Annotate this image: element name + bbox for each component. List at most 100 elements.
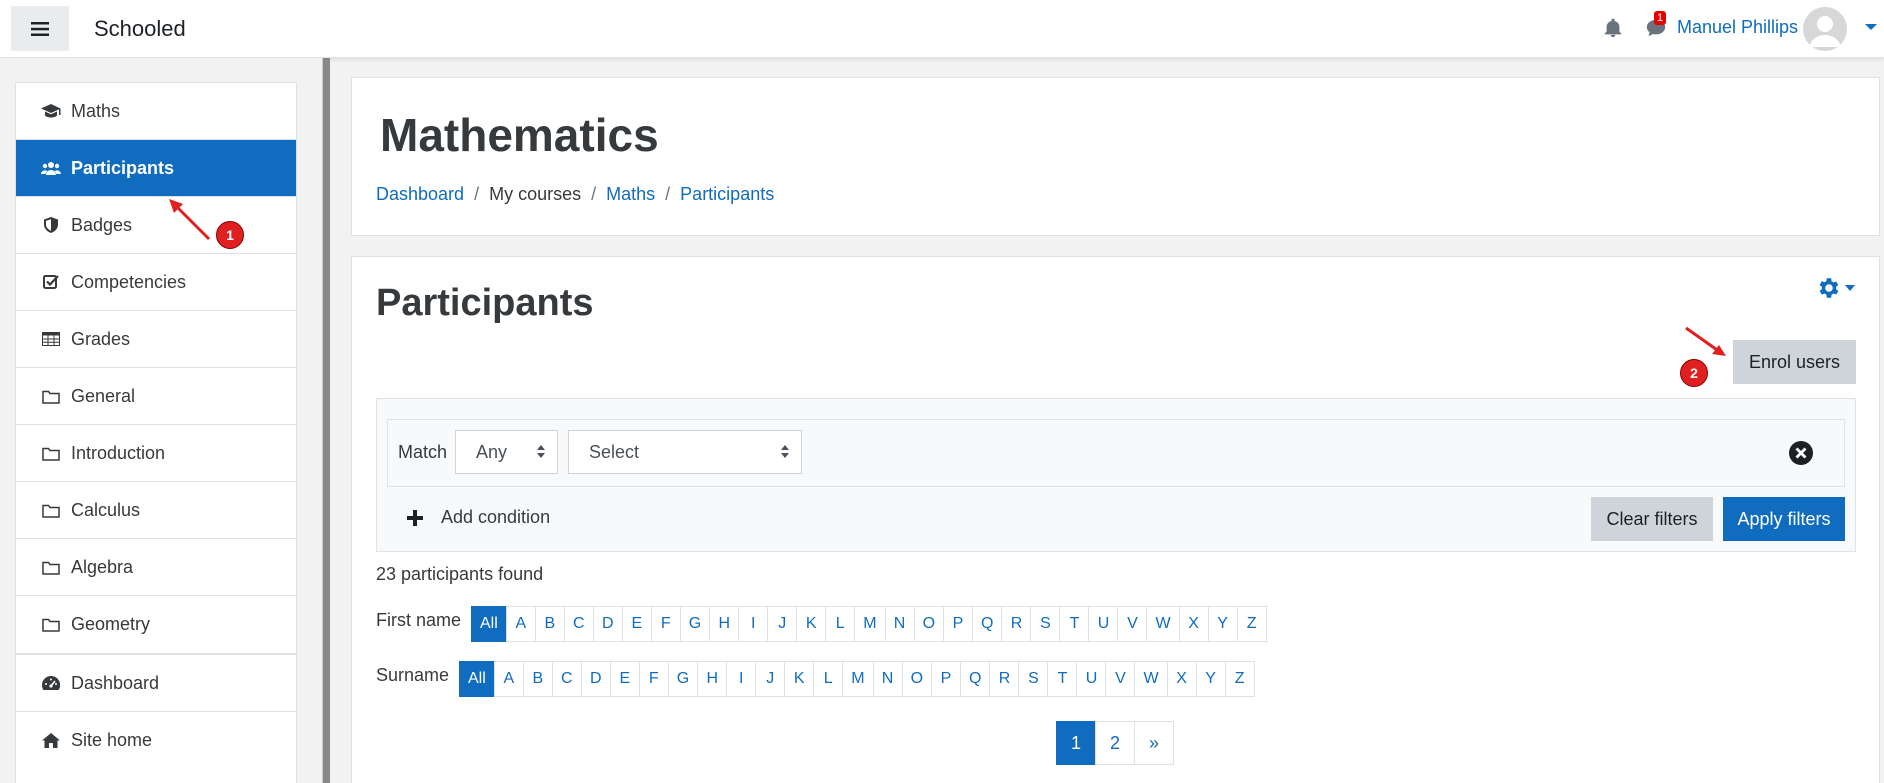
enrol-users-button[interactable]: Enrol users [1733, 340, 1856, 384]
surname-initial-g[interactable]: G [667, 661, 699, 697]
surname-initial-w[interactable]: W [1134, 661, 1168, 697]
firstname-initial-j[interactable]: J [767, 606, 798, 642]
surname-initial-all[interactable]: All [459, 661, 495, 697]
firstname-initial-d[interactable]: D [592, 606, 623, 642]
folder-icon [41, 557, 61, 577]
firstname-initial-c[interactable]: C [563, 606, 594, 642]
firstname-initial-s[interactable]: S [1030, 606, 1061, 642]
firstname-initial-l[interactable]: L [825, 606, 856, 642]
hamburger-menu-button[interactable] [11, 6, 69, 51]
clear-filters-button[interactable]: Clear filters [1591, 497, 1713, 541]
course-nav-block: Maths Participants Badges Competencies G… [15, 82, 297, 654]
surname-initial-r[interactable]: R [989, 661, 1020, 697]
participants-count: 23 participants found [376, 564, 544, 584]
surname-initial-a[interactable]: A [493, 661, 524, 697]
sidebar-item-label: Maths [71, 100, 121, 121]
firstname-initial-p[interactable]: P [943, 606, 974, 642]
bell-icon[interactable] [1602, 17, 1624, 39]
firstname-initial-t[interactable]: T [1059, 606, 1090, 642]
surname-initial-o[interactable]: O [901, 661, 933, 697]
firstname-initial-b[interactable]: B [534, 606, 565, 642]
surname-initial-h[interactable]: H [697, 661, 728, 697]
surname-initial-j[interactable]: J [755, 661, 786, 697]
sidebar-item-dashboard[interactable]: Dashboard [16, 655, 296, 712]
surname-initial-f[interactable]: F [638, 661, 669, 697]
chevron-down-icon[interactable] [1865, 24, 1877, 30]
pagination-page[interactable]: 2 [1095, 721, 1135, 765]
surname-initial-k[interactable]: K [784, 661, 815, 697]
surname-initial-c[interactable]: C [551, 661, 582, 697]
firstname-initial-u[interactable]: U [1088, 606, 1119, 642]
sidebar-item-site-home[interactable]: Site home [16, 712, 296, 769]
sidebar-item-maths[interactable]: Maths [16, 83, 296, 140]
firstname-initial-z[interactable]: Z [1236, 606, 1267, 642]
apply-filters-button[interactable]: Apply filters [1723, 497, 1845, 541]
surname-initial-b[interactable]: B [522, 661, 553, 697]
firstname-initial-w[interactable]: W [1146, 606, 1180, 642]
sidebar-item-badges[interactable]: Badges [16, 197, 296, 254]
surname-initial-q[interactable]: Q [960, 661, 991, 697]
sidebar-item-geometry[interactable]: Geometry [16, 596, 296, 653]
folder-icon [41, 443, 61, 463]
firstname-initial-i[interactable]: I [738, 606, 769, 642]
site-brand[interactable]: Schooled [94, 16, 186, 42]
sidebar-item-label: Calculus [71, 499, 141, 520]
surname-initial-x[interactable]: X [1166, 661, 1197, 697]
breadcrumb-dashboard[interactable]: Dashboard [376, 184, 464, 205]
firstname-initial-o[interactable]: O [913, 606, 945, 642]
surname-initial-d[interactable]: D [580, 661, 611, 697]
match-select[interactable]: Any [455, 430, 558, 474]
sidebar-item-participants[interactable]: Participants [16, 140, 296, 197]
surname-initial-l[interactable]: L [813, 661, 844, 697]
user-name-link[interactable]: Manuel Phillips [1677, 17, 1798, 38]
surname-initial-z[interactable]: Z [1224, 661, 1255, 697]
breadcrumb-participants[interactable]: Participants [680, 184, 774, 205]
sidebar-item-general[interactable]: General [16, 368, 296, 425]
remove-condition-icon[interactable] [1788, 440, 1814, 466]
surname-initial-n[interactable]: N [872, 661, 903, 697]
sidebar-item-algebra[interactable]: Algebra [16, 539, 296, 596]
firstname-initial-g[interactable]: G [679, 606, 711, 642]
surname-initial-v[interactable]: V [1105, 661, 1136, 697]
pagination-next[interactable]: » [1134, 721, 1174, 765]
folder-icon [41, 500, 61, 520]
pagination-page[interactable]: 1 [1056, 721, 1096, 765]
surname-initial-s[interactable]: S [1018, 661, 1049, 697]
section-title: Participants [376, 282, 594, 324]
drawer-scrollbar[interactable] [322, 58, 330, 783]
sidebar-item-grades[interactable]: Grades [16, 311, 296, 368]
firstname-initial-y[interactable]: Y [1207, 606, 1238, 642]
firstname-initial-v[interactable]: V [1117, 606, 1148, 642]
surname-initial-p[interactable]: P [931, 661, 962, 697]
surname-initial-t[interactable]: T [1047, 661, 1078, 697]
avatar[interactable] [1803, 7, 1847, 51]
surname-initial-y[interactable]: Y [1195, 661, 1226, 697]
firstname-initial-r[interactable]: R [1001, 606, 1032, 642]
chevron-down-icon [1845, 285, 1855, 291]
sidebar-item-competencies[interactable]: Competencies [16, 254, 296, 311]
firstname-initial-f[interactable]: F [650, 606, 681, 642]
firstname-initial-a[interactable]: A [505, 606, 536, 642]
surname-initial-e[interactable]: E [609, 661, 640, 697]
sidebar-item-introduction[interactable]: Introduction [16, 425, 296, 482]
firstname-initial-q[interactable]: Q [972, 606, 1003, 642]
surname-initial-m[interactable]: M [842, 661, 874, 697]
surname-initial-u[interactable]: U [1076, 661, 1107, 697]
firstname-initial-h[interactable]: H [709, 606, 740, 642]
sidebar-item-calculus[interactable]: Calculus [16, 482, 296, 539]
add-condition-button[interactable]: Add condition [407, 507, 550, 528]
firstname-initial-e[interactable]: E [621, 606, 652, 642]
surname-initial-i[interactable]: I [726, 661, 757, 697]
firstname-initial-n[interactable]: N [884, 606, 915, 642]
filter-type-select[interactable]: Select [568, 430, 802, 474]
sidebar-item-label: Site home [71, 730, 153, 750]
firstname-initial-m[interactable]: M [854, 606, 886, 642]
firstname-initial-x[interactable]: X [1178, 606, 1209, 642]
firstname-initial-all[interactable]: All [471, 606, 507, 642]
shield-icon [41, 215, 61, 235]
breadcrumb-maths[interactable]: Maths [606, 184, 655, 205]
page-settings-menu[interactable] [1815, 275, 1855, 301]
sidebar-item-label: General [71, 385, 136, 406]
firstname-initial-k[interactable]: K [796, 606, 827, 642]
add-condition-label: Add condition [441, 507, 551, 527]
